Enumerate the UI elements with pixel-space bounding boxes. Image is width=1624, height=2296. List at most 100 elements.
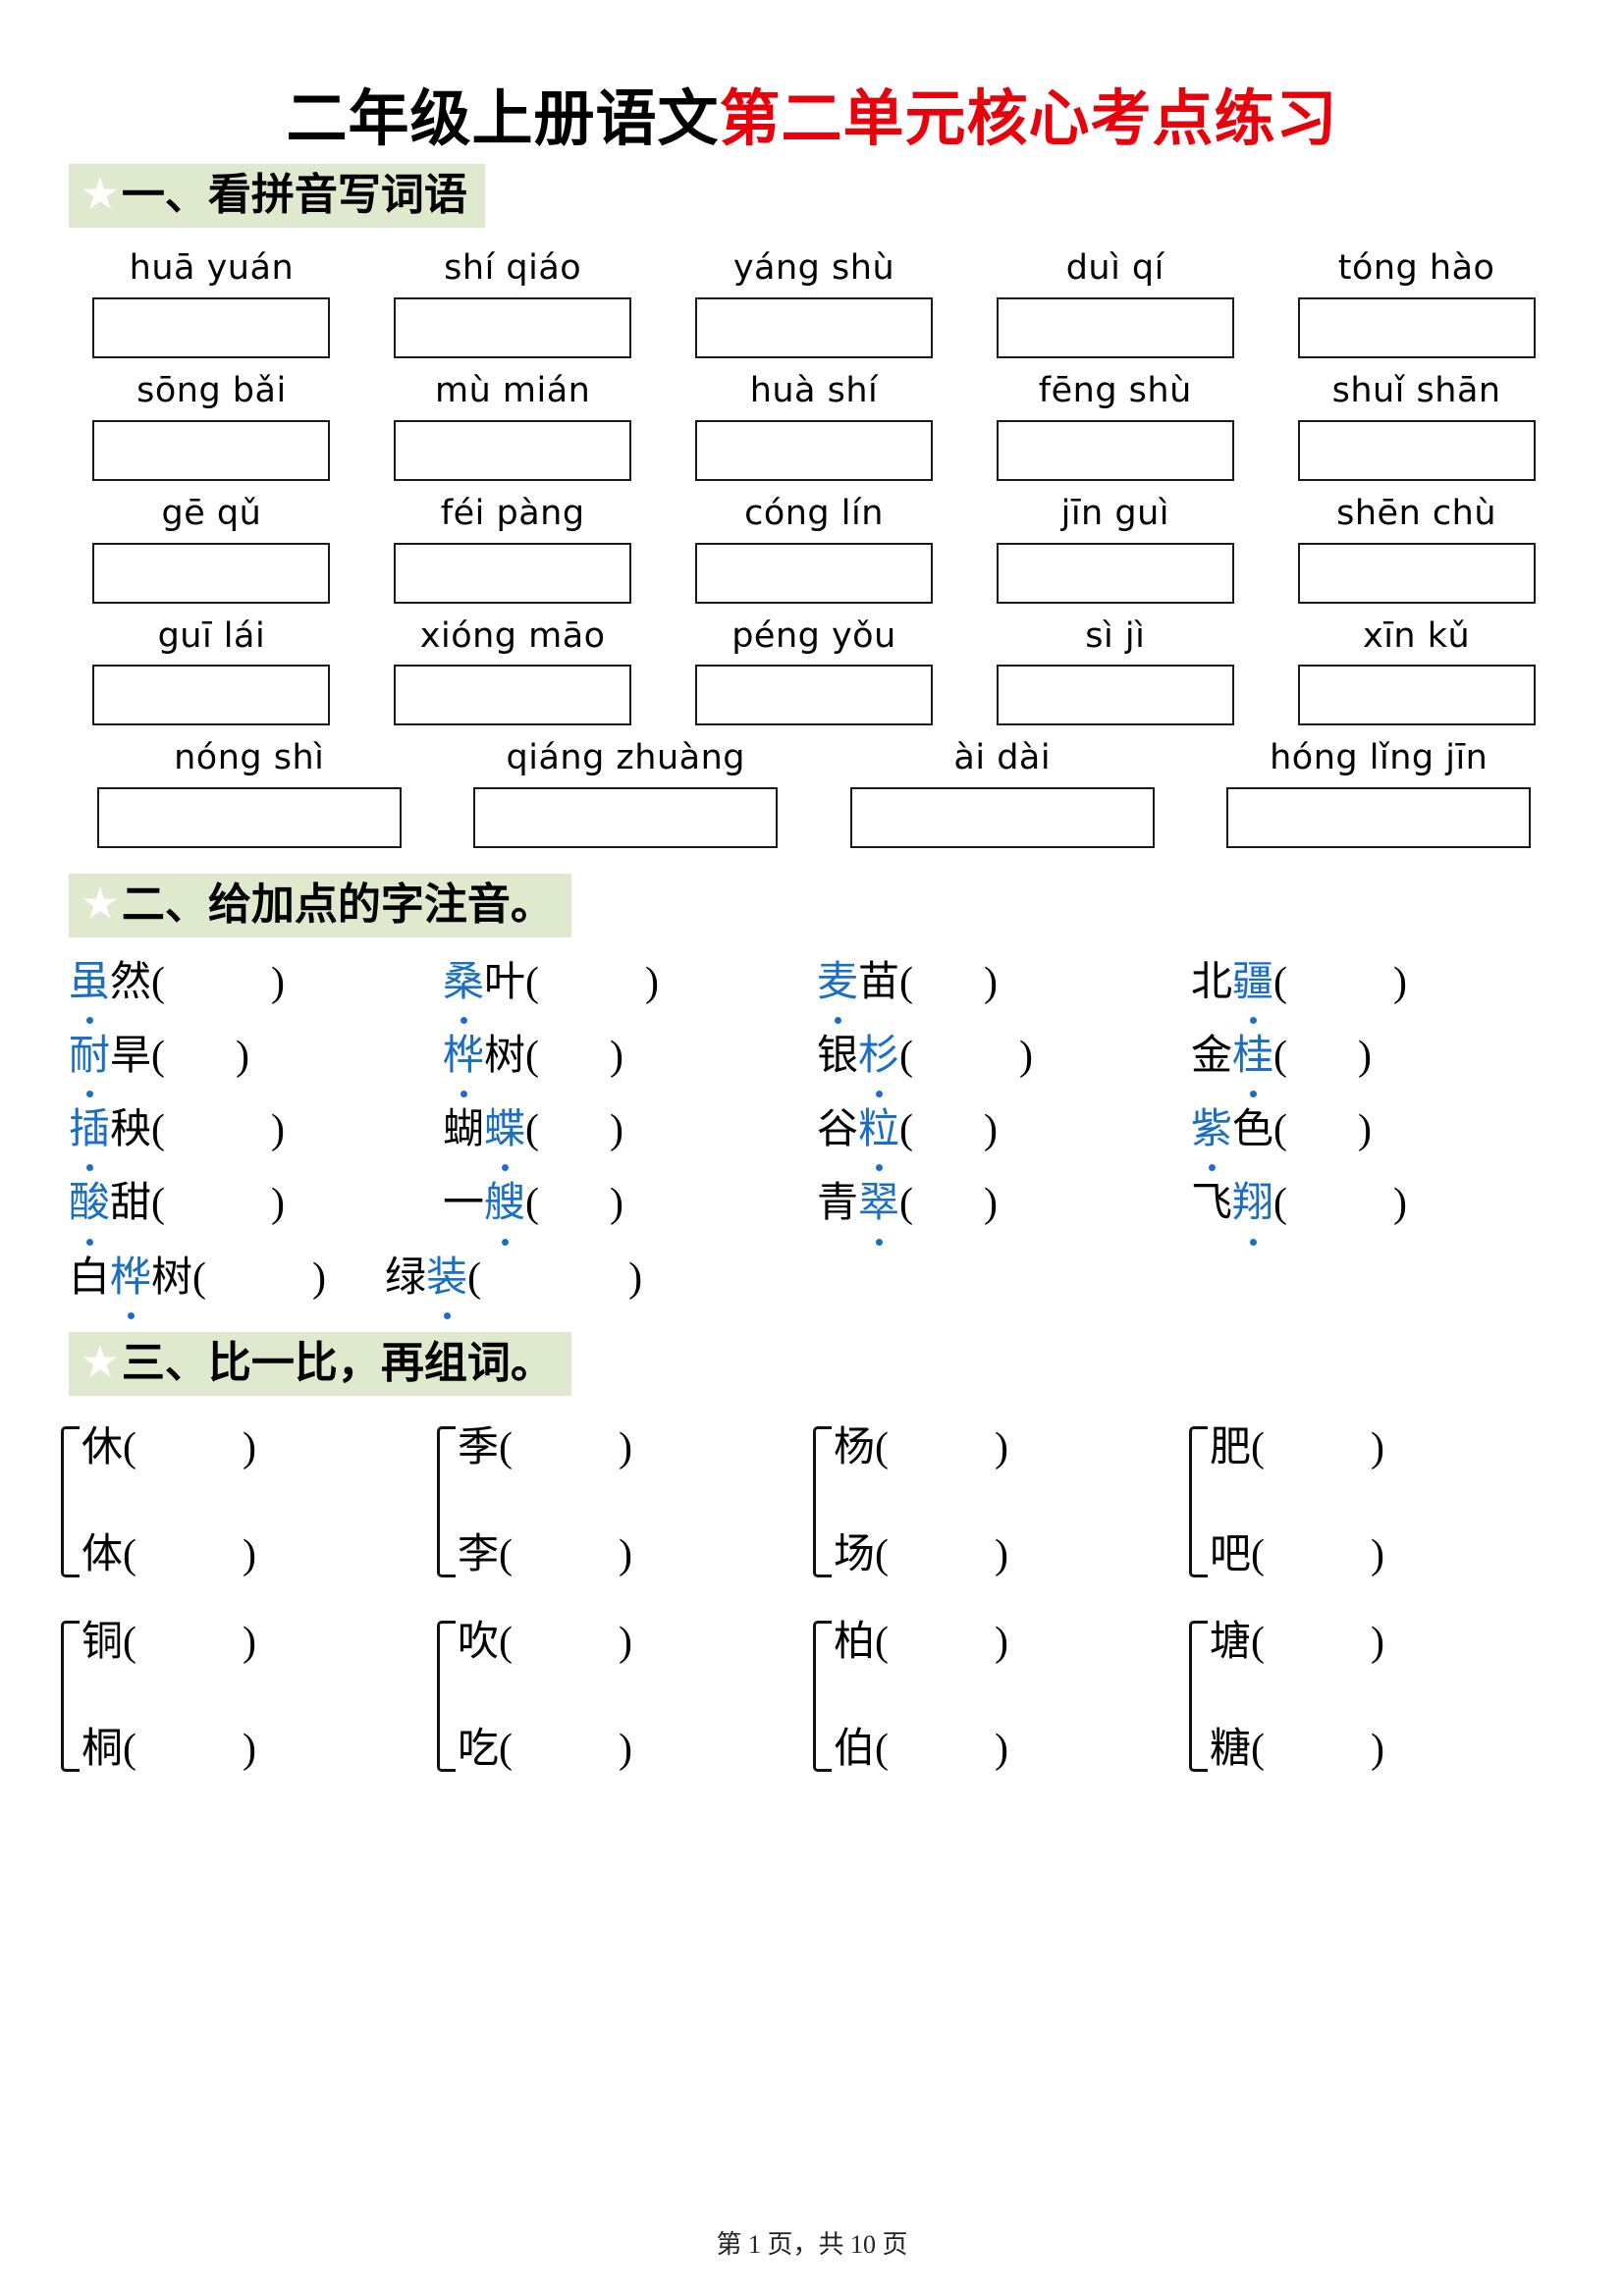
compare-line: 柏() [834, 1612, 1179, 1674]
trailing-char: 旱 [110, 1034, 152, 1080]
pinyin-cell: gē qǔ [61, 489, 362, 604]
answer-paren[interactable]: () [499, 1719, 632, 1781]
answer-paren[interactable]: () [1273, 1098, 1372, 1162]
answer-box[interactable] [92, 542, 331, 604]
compare-char: 吃 [458, 1726, 500, 1772]
answer-box[interactable] [1297, 542, 1536, 604]
answer-paren[interactable]: () [1251, 1524, 1384, 1586]
answer-box[interactable] [1297, 665, 1536, 726]
pinyin-cell: hóng lǐng jīn [1191, 733, 1568, 849]
bracket-icon [437, 1620, 456, 1772]
compare-group: 肥() 吧() [1189, 1417, 1565, 1586]
answer-paren[interactable]: () [899, 951, 998, 1015]
pinyin-cell: shí qiáo [362, 243, 664, 359]
answer-box[interactable] [473, 787, 779, 849]
answer-box[interactable] [996, 665, 1234, 726]
answer-box[interactable] [1297, 297, 1536, 359]
answer-paren[interactable]: () [1251, 1719, 1384, 1781]
answer-paren[interactable]: () [123, 1417, 256, 1479]
answer-paren[interactable]: () [151, 1172, 285, 1236]
leading-char: 金 [1191, 1034, 1233, 1080]
answer-paren[interactable]: () [151, 951, 285, 1015]
answer-paren[interactable]: () [123, 1612, 256, 1674]
answer-paren[interactable]: () [499, 1524, 632, 1586]
answer-box[interactable] [394, 665, 632, 726]
answer-paren[interactable]: () [899, 1025, 1033, 1089]
pinyin-row: guī lái xióng māo péng yǒu sì jì xīn kǔ [61, 612, 1567, 726]
compare-char: 李 [458, 1531, 500, 1577]
answer-paren[interactable]: () [151, 1025, 249, 1089]
section-three-heading-text: 三、比一比，再组词。 [121, 1338, 554, 1387]
answer-paren[interactable]: () [467, 1247, 642, 1310]
answer-paren[interactable]: () [525, 1025, 623, 1089]
answer-box[interactable] [849, 787, 1155, 849]
answer-paren[interactable]: () [123, 1524, 256, 1586]
pinyin-prompt: hóng lǐng jīn [1270, 738, 1489, 778]
answer-box[interactable] [96, 787, 402, 849]
pinyin-prompt: shí qiáo [444, 248, 582, 289]
answer-paren[interactable]: () [192, 1247, 326, 1310]
page-footer: 第 1 页，共 10 页 [716, 2230, 908, 2259]
answer-paren[interactable]: () [123, 1719, 256, 1781]
answer-box[interactable] [996, 542, 1234, 604]
pinyin-cell: fēng shù [964, 366, 1266, 481]
answer-box[interactable] [394, 297, 632, 359]
trailing-char: 树 [484, 1034, 526, 1080]
answer-paren[interactable]: () [1273, 1172, 1407, 1236]
bracket-icon [1189, 1620, 1208, 1772]
answer-box[interactable] [694, 665, 933, 726]
dotted-char: 艘 [484, 1172, 525, 1246]
pinyin-prompt: sōng bǎi [136, 371, 287, 411]
compare-line: 桐() [81, 1719, 427, 1781]
compare-char: 杨 [834, 1424, 876, 1470]
answer-box[interactable] [996, 297, 1234, 359]
annotate-item: 麦苗() [817, 951, 1191, 1025]
answer-box[interactable] [996, 419, 1234, 481]
answer-box[interactable] [394, 542, 632, 604]
answer-box[interactable] [92, 419, 331, 481]
answer-paren[interactable]: () [151, 1098, 285, 1162]
answer-paren[interactable]: () [875, 1612, 1008, 1674]
leading-char: 一 [443, 1181, 485, 1227]
answer-box[interactable] [694, 419, 933, 481]
pinyin-cell: shuǐ shān [1266, 366, 1567, 481]
answer-paren[interactable]: () [1273, 1025, 1372, 1089]
answer-paren[interactable]: () [1251, 1612, 1384, 1674]
trailing-char: 树 [151, 1255, 193, 1301]
pinyin-cell: huà shí [664, 366, 965, 481]
answer-paren[interactable]: () [1273, 951, 1407, 1015]
section-one-heading-text: 一、看拼音写词语 [121, 171, 467, 220]
pinyin-cell: jīn guì [964, 489, 1266, 604]
answer-paren[interactable]: () [875, 1524, 1008, 1586]
dotted-char: 桦 [110, 1247, 151, 1319]
answer-paren[interactable]: () [899, 1172, 998, 1236]
answer-box[interactable] [1226, 787, 1532, 849]
answer-paren[interactable]: () [525, 1098, 623, 1162]
compare-spacer [458, 1674, 803, 1719]
answer-paren[interactable]: () [525, 1172, 623, 1236]
annotate-item: 桑叶() [443, 951, 817, 1025]
answer-paren[interactable]: () [1251, 1417, 1384, 1479]
answer-box[interactable] [1297, 419, 1536, 481]
answer-box[interactable] [92, 665, 331, 726]
answer-box[interactable] [694, 297, 933, 359]
annotate-item: 北疆() [1191, 951, 1565, 1025]
annotate-item: 谷粒() [817, 1098, 1191, 1172]
answer-paren[interactable]: () [525, 951, 659, 1015]
trailing-char: 秧 [110, 1107, 152, 1153]
answer-paren[interactable]: () [499, 1612, 632, 1674]
leading-char: 银 [817, 1034, 859, 1080]
answer-box[interactable] [92, 297, 331, 359]
star-icon: ★ [82, 172, 118, 217]
answer-paren[interactable]: () [899, 1098, 998, 1162]
page-title-grade: 二年级上册语文 [286, 86, 720, 153]
answer-box[interactable] [394, 419, 632, 481]
compare-group: 铜() 桐() [61, 1612, 437, 1781]
answer-paren[interactable]: () [875, 1719, 1008, 1781]
pinyin-cell: xīn kǔ [1266, 612, 1567, 726]
star-icon: ★ [82, 881, 118, 927]
compare-char: 体 [81, 1531, 124, 1577]
answer-paren[interactable]: () [875, 1417, 1008, 1479]
answer-box[interactable] [694, 542, 933, 604]
answer-paren[interactable]: () [499, 1417, 632, 1479]
